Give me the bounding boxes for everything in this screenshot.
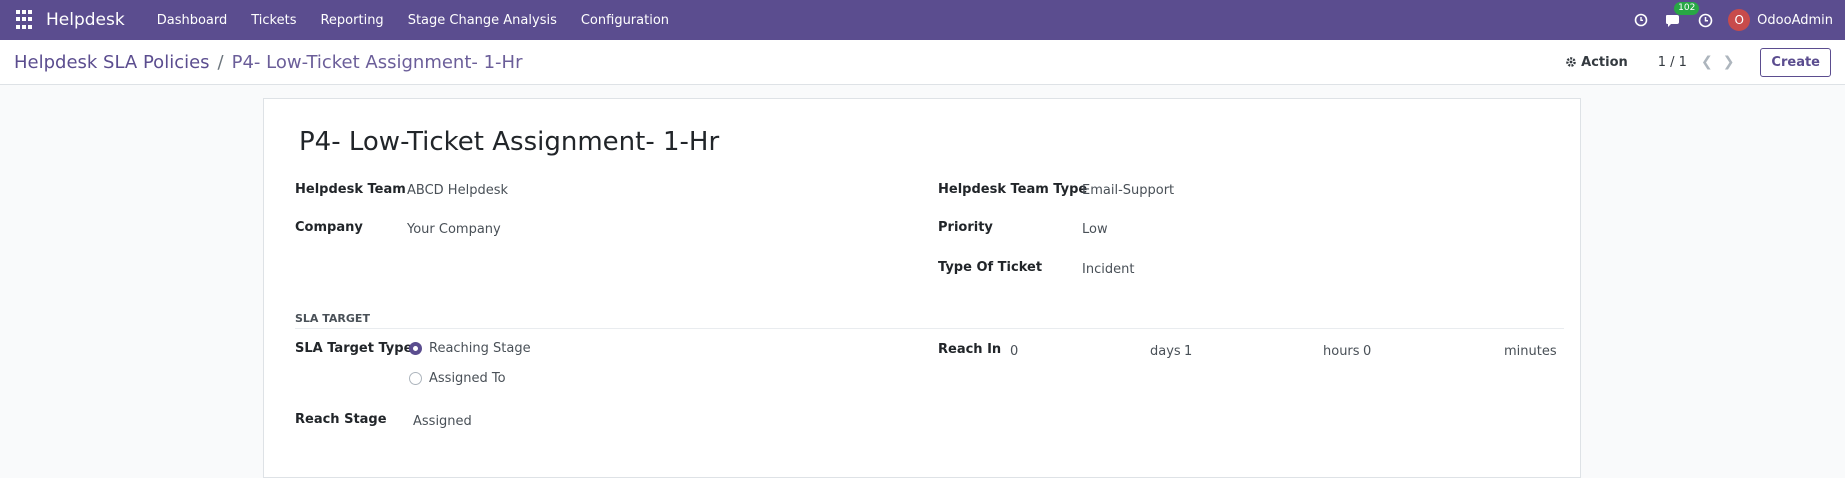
chevron-right-icon[interactable]: ❯ [1723, 54, 1735, 70]
pager-arrows: ❮ ❯ [1701, 54, 1734, 70]
radio-unchecked-icon [409, 372, 422, 385]
breadcrumb-current: P4- Low-Ticket Assignment- 1-Hr [231, 51, 523, 73]
company-label: Company [295, 220, 363, 235]
breadcrumb-separator: / [217, 51, 224, 73]
activity-clock-icon[interactable] [1696, 11, 1714, 29]
action-label: Action [1581, 54, 1628, 70]
minutes-unit: minutes [1504, 344, 1557, 359]
reach-stage-label: Reach Stage [295, 412, 387, 427]
helpdesk-team-type-field[interactable]: Email-Support [1082, 183, 1174, 198]
sla-target-section-title: SLA TARGET [295, 312, 370, 325]
user-name: OdooAdmin [1757, 12, 1833, 28]
menu-configuration[interactable]: Configuration [569, 13, 681, 28]
menu-tickets[interactable]: Tickets [239, 13, 308, 28]
section-divider [295, 328, 1564, 329]
menu-stage-change-analysis[interactable]: Stage Change Analysis [396, 13, 569, 28]
reach-stage-field[interactable]: Assigned [413, 414, 472, 429]
chevron-left-icon[interactable]: ❮ [1701, 54, 1713, 70]
sla-target-type-label: SLA Target Type [295, 341, 413, 356]
helpdesk-team-field[interactable]: ABCD Helpdesk [407, 183, 508, 198]
reach-in-hours-input[interactable]: 1 [1184, 344, 1192, 359]
apps-grid-icon[interactable] [16, 10, 36, 30]
priority-label: Priority [938, 220, 993, 235]
company-field[interactable]: Your Company [407, 222, 501, 237]
chat-icon[interactable]: 102 [1664, 2, 1700, 29]
clock-icon[interactable] [1632, 11, 1650, 29]
form-sheet: P4- Low-Ticket Assignment- 1-Hr Helpdesk… [263, 98, 1581, 478]
control-panel: Helpdesk SLA Policies / P4- Low-Ticket A… [0, 40, 1845, 85]
hours-unit: hours [1323, 344, 1360, 359]
radio-assigned-to-label: Assigned To [429, 371, 506, 386]
user-menu[interactable]: O OdooAdmin [1728, 9, 1833, 31]
create-button[interactable]: Create [1760, 47, 1831, 77]
gear-icon [1566, 57, 1576, 67]
days-unit: days [1150, 344, 1181, 359]
menu-dashboard[interactable]: Dashboard [145, 13, 240, 28]
control-panel-right: Action 1 / 1 ❮ ❯ Create [1565, 47, 1831, 77]
priority-field[interactable]: Low [1082, 222, 1108, 237]
type-of-ticket-label: Type Of Ticket [938, 260, 1043, 275]
radio-reaching-stage[interactable]: Reaching Stage [409, 341, 531, 356]
reach-in-minutes-input[interactable]: 0 [1363, 344, 1371, 359]
breadcrumb: Helpdesk SLA Policies / P4- Low-Ticket A… [14, 52, 523, 73]
record-title[interactable]: P4- Low-Ticket Assignment- 1-Hr [299, 127, 719, 157]
radio-reaching-stage-label: Reaching Stage [429, 341, 531, 356]
action-button[interactable]: Action [1565, 55, 1628, 70]
top-navbar: Helpdesk Dashboard Tickets Reporting Sta… [0, 0, 1845, 40]
reach-in-label: Reach In [938, 342, 1002, 357]
breadcrumb-sla-policies[interactable]: Helpdesk SLA Policies [14, 52, 210, 73]
radio-checked-icon [409, 342, 422, 355]
type-of-ticket-field[interactable]: Incident [1082, 262, 1134, 277]
menu-reporting[interactable]: Reporting [308, 13, 395, 28]
app-brand[interactable]: Helpdesk [46, 10, 125, 30]
helpdesk-team-label: Helpdesk Team [295, 182, 406, 197]
systray: 102 O OdooAdmin [1632, 2, 1833, 31]
pager-value[interactable]: 1 / 1 [1658, 55, 1687, 70]
radio-assigned-to[interactable]: Assigned To [409, 371, 506, 386]
helpdesk-team-type-label: Helpdesk Team Type [938, 182, 1088, 197]
avatar: O [1728, 9, 1751, 31]
reach-in-days-input[interactable]: 0 [1010, 344, 1018, 359]
main-menu: Dashboard Tickets Reporting Stage Change… [145, 13, 681, 28]
